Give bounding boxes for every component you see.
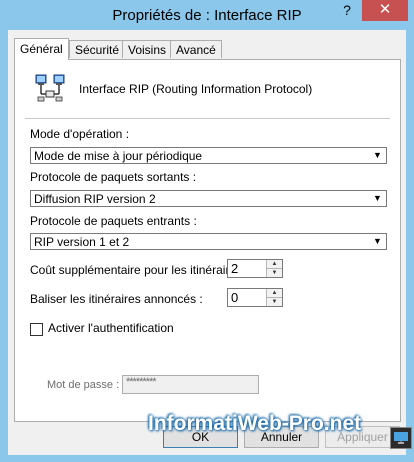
- header-separator: [25, 118, 390, 120]
- cost-value[interactable]: 2: [231, 261, 238, 276]
- tag-label: Baliser les itinéraires annoncés :: [30, 292, 203, 306]
- tab-general[interactable]: Général: [14, 38, 69, 60]
- mode-dropdown[interactable]: Mode de mise à jour périodique ▼: [30, 147, 387, 164]
- cost-spinner[interactable]: 2 ▲ ▼: [227, 259, 283, 278]
- tag-value[interactable]: 0: [231, 290, 238, 305]
- tab-security[interactable]: Sécurité: [69, 40, 126, 58]
- network-interface-icon: [34, 72, 66, 104]
- interface-description: Interface RIP (Routing Information Proto…: [79, 82, 313, 96]
- tab-neighbors[interactable]: Voisins: [122, 40, 173, 58]
- mode-value: Mode de mise à jour périodique: [34, 149, 203, 163]
- tab-panel-general: Interface RIP (Routing Information Proto…: [14, 59, 401, 422]
- dialog-window: Propriétés de : Interface RIP ? ✕ Généra…: [0, 0, 414, 462]
- outgoing-dropdown[interactable]: Diffusion RIP version 2 ▼: [30, 190, 387, 207]
- tab-advanced[interactable]: Avancé: [170, 40, 222, 58]
- chevron-down-icon[interactable]: ▼: [371, 149, 384, 162]
- outgoing-label: Protocole de paquets sortants :: [30, 170, 197, 184]
- spin-up-icon[interactable]: ▲: [266, 289, 282, 298]
- close-button[interactable]: ✕: [362, 0, 408, 21]
- incoming-label: Protocole de paquets entrants :: [30, 214, 197, 228]
- spin-down-icon[interactable]: ▼: [266, 298, 282, 306]
- spin-up-icon[interactable]: ▲: [266, 260, 282, 269]
- outgoing-value: Diffusion RIP version 2: [34, 192, 156, 206]
- title-bar[interactable]: Propriétés de : Interface RIP ? ✕: [0, 0, 414, 30]
- watermark-logo-icon: [390, 427, 412, 449]
- password-value: *********: [126, 376, 157, 388]
- help-button[interactable]: ?: [333, 0, 361, 21]
- tag-spinner[interactable]: 0 ▲ ▼: [227, 288, 283, 307]
- password-field[interactable]: *********: [122, 375, 259, 394]
- dialog-client-area: Général Sécurité Voisins Avancé Interfac…: [8, 30, 406, 455]
- incoming-value: RIP version 1 et 2: [34, 235, 130, 249]
- auth-label[interactable]: Activer l'authentification: [48, 321, 174, 335]
- watermark-text: InformatiWeb-Pro.net: [148, 412, 362, 435]
- cost-label: Coût supplémentaire pour les itinéraires…: [30, 263, 249, 277]
- chevron-down-icon[interactable]: ▼: [371, 235, 384, 248]
- chevron-down-icon[interactable]: ▼: [371, 192, 384, 205]
- incoming-dropdown[interactable]: RIP version 1 et 2 ▼: [30, 233, 387, 250]
- auth-checkbox[interactable]: [30, 323, 43, 336]
- password-label: Mot de passe :: [47, 379, 120, 391]
- spin-down-icon[interactable]: ▼: [266, 269, 282, 277]
- mode-label: Mode d'opération :: [30, 127, 130, 141]
